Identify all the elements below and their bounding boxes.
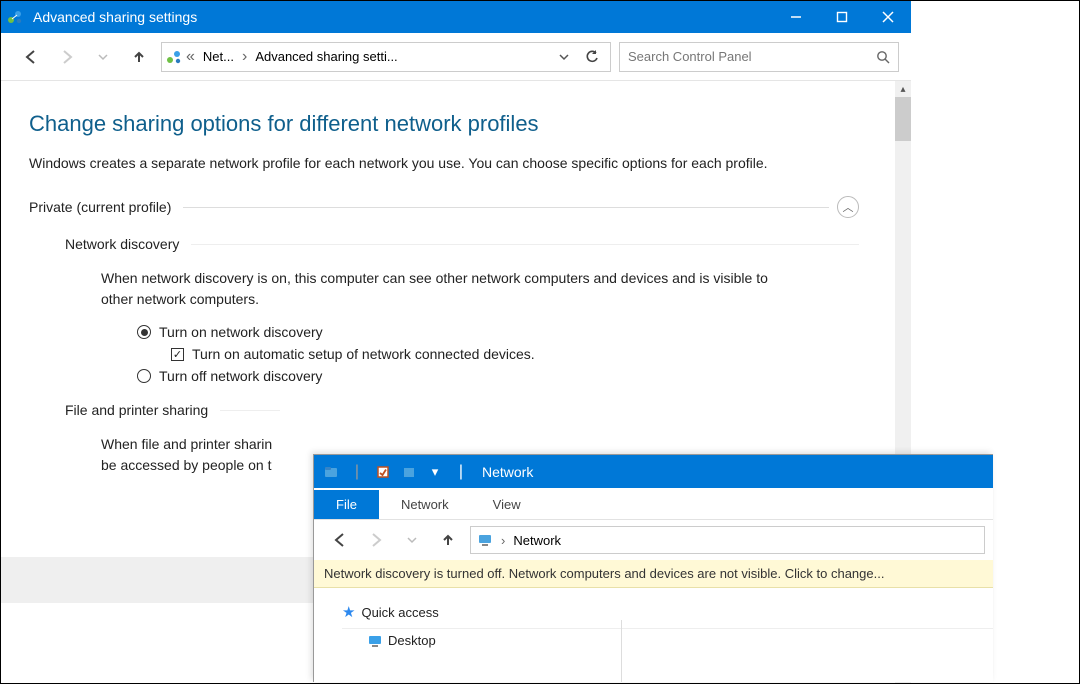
- radio-discovery-on[interactable]: Turn on network discovery: [29, 324, 859, 340]
- window-title: Network: [472, 464, 533, 480]
- page-description: Windows creates a separate network profi…: [29, 153, 849, 174]
- discovery-description: When network discovery is on, this compu…: [29, 268, 789, 310]
- breadcrumb-item[interactable]: Network: [513, 533, 561, 548]
- navigation-toolbar: « Net... › Advanced sharing setti... Sea…: [1, 33, 911, 81]
- group-file-printer-sharing: File and printer sharing: [29, 402, 859, 418]
- properties-icon[interactable]: [372, 461, 394, 483]
- network-icon: [166, 49, 182, 65]
- breadcrumb-dropdown[interactable]: [550, 43, 578, 71]
- window-title: Advanced sharing settings: [29, 9, 773, 25]
- refresh-button[interactable]: [578, 43, 606, 71]
- search-input[interactable]: Search Control Panel: [619, 42, 899, 72]
- titlebar[interactable]: | ▾ | Network: [314, 455, 993, 488]
- breadcrumb-item[interactable]: Advanced sharing setti...: [251, 49, 401, 64]
- recent-dropdown[interactable]: [398, 526, 426, 554]
- monitor-icon: [477, 532, 493, 548]
- window-network-explorer: | ▾ | Network File Network View › Networ…: [313, 454, 993, 682]
- maximize-button[interactable]: [819, 1, 865, 33]
- group-network-discovery: Network discovery: [29, 236, 859, 252]
- nav-tree: ★ Quick access Desktop: [314, 588, 993, 651]
- breadcrumb[interactable]: « Net... › Advanced sharing setti...: [161, 42, 611, 72]
- search-icon: [876, 50, 890, 64]
- titlebar[interactable]: Advanced sharing settings: [1, 1, 911, 33]
- tree-quick-access[interactable]: ★ Quick access: [342, 600, 993, 624]
- radio-icon: [137, 325, 151, 339]
- network-icon: [1, 9, 29, 25]
- close-button[interactable]: [865, 1, 911, 33]
- radio-discovery-off[interactable]: Turn off network discovery: [29, 368, 859, 384]
- back-button[interactable]: [326, 526, 354, 554]
- qat-customize[interactable]: ▾: [424, 461, 446, 483]
- checkbox-auto-setup[interactable]: ✓ Turn on automatic setup of network con…: [29, 346, 859, 362]
- recent-dropdown[interactable]: [89, 43, 117, 71]
- up-button[interactable]: [125, 43, 153, 71]
- search-placeholder: Search Control Panel: [628, 49, 876, 64]
- navigation-toolbar: › Network: [314, 520, 993, 560]
- ribbon-tabs: File Network View: [314, 488, 993, 520]
- tree-desktop[interactable]: Desktop: [342, 628, 993, 651]
- checkbox-icon: ✓: [171, 348, 184, 361]
- tab-file[interactable]: File: [314, 490, 379, 519]
- chevron-right-icon: ›: [499, 533, 507, 548]
- tab-network[interactable]: Network: [379, 490, 471, 519]
- chevron-right-icon: ›: [240, 48, 249, 66]
- qat-separator: |: [450, 461, 472, 483]
- scrollbar-thumb[interactable]: [895, 97, 911, 141]
- new-folder-icon[interactable]: [398, 461, 420, 483]
- breadcrumb[interactable]: › Network: [470, 526, 985, 554]
- forward-button[interactable]: [53, 43, 81, 71]
- breadcrumb-item[interactable]: Net...: [199, 49, 238, 64]
- section-private[interactable]: Private (current profile) ︿: [29, 196, 859, 218]
- page-title: Change sharing options for different net…: [29, 111, 859, 137]
- pane-divider[interactable]: [621, 620, 622, 682]
- chevron-up-icon[interactable]: ︿: [837, 196, 859, 218]
- infobar-discovery-off[interactable]: Network discovery is turned off. Network…: [314, 560, 993, 588]
- explorer-icon: [320, 461, 342, 483]
- back-button[interactable]: [17, 43, 45, 71]
- tab-view[interactable]: View: [471, 490, 543, 519]
- up-button[interactable]: [434, 526, 462, 554]
- qat-separator: |: [346, 461, 368, 483]
- chevron-left-icon: «: [184, 48, 197, 66]
- desktop-icon: [368, 634, 382, 648]
- minimize-button[interactable]: [773, 1, 819, 33]
- star-icon: ★: [342, 603, 355, 621]
- forward-button[interactable]: [362, 526, 390, 554]
- chevron-up-icon[interactable]: ▴: [895, 81, 911, 97]
- radio-icon: [137, 369, 151, 383]
